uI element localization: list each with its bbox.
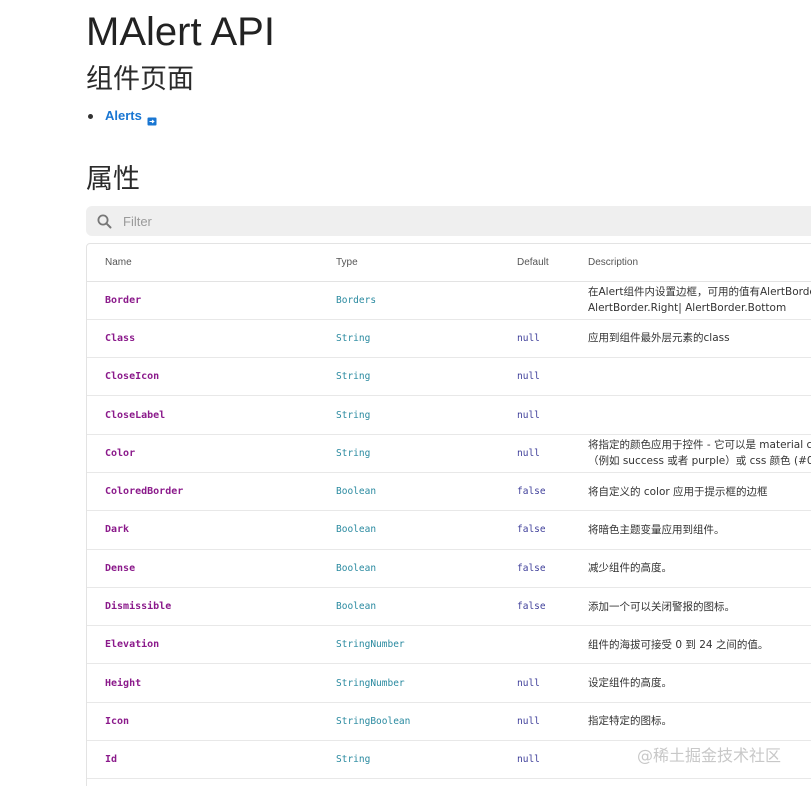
property-default: false: [517, 601, 546, 613]
table-row: Elevation StringNumber 组件的海拔可接受 0 到 24 之间的…: [87, 626, 811, 664]
property-description: [574, 396, 811, 434]
property-type: String: [336, 754, 371, 766]
property-name: Id: [105, 754, 118, 766]
properties-table-container: Name Type Default Description Border Bord…: [86, 243, 811, 786]
property-type: StringBoolean: [336, 715, 411, 727]
property-description: 在Alert组件内设置边框，可用的值有AlertBorder.Top| Aler…: [574, 281, 811, 319]
property-type: String: [336, 409, 371, 421]
description-text: 在Alert组件内设置边框，可用的值有AlertBorder.Top| Aler…: [588, 286, 811, 315]
property-description: 添加一个可以关闭警报的图标。: [574, 587, 811, 625]
property-default: [500, 626, 574, 664]
property-type: Boolean: [336, 524, 377, 536]
description-text: 将自定义的 color 应用于提示框的边框: [588, 485, 768, 498]
table-row: ColoredBorder Boolean false 将自定义的 color 应用于…: [87, 472, 811, 511]
table-row: Color String null 将指定的颜色应用于控件 - 它可以是 materi…: [87, 434, 811, 473]
component-links-list: Alerts: [88, 106, 157, 126]
filter-input[interactable]: [123, 213, 723, 229]
table-body: Border Borders 在Alert组件内设置边框，可用的值有AlertBor…: [87, 281, 811, 779]
description-text: 指定特定的图标。: [588, 715, 672, 728]
property-default: null: [517, 332, 540, 344]
table-row: Class String null 应用到组件最外层元素的class: [87, 319, 811, 358]
table-row: CloseIcon String null: [87, 358, 811, 396]
property-name: Color: [105, 447, 136, 459]
table-row: Dismissible Boolean false 添加一个可以关闭警报的图标。: [87, 587, 811, 626]
api-page: MAlert API 组件页面 Alerts 属性 Filter Name Ty…: [0, 0, 811, 786]
list-item: Alerts: [88, 106, 157, 126]
page-title: MAlert API: [86, 10, 275, 54]
component-pages-heading: 组件页面: [86, 64, 194, 95]
external-link-icon[interactable]: [147, 112, 157, 126]
property-name: CloseIcon: [105, 371, 160, 383]
property-name: Border: [105, 294, 142, 306]
column-header-description[interactable]: Description: [574, 244, 811, 281]
description-text: 添加一个可以关闭警报的图标。: [588, 600, 735, 613]
column-header-default[interactable]: Default: [500, 244, 574, 281]
column-header-name[interactable]: Name: [87, 244, 318, 281]
table-header-row: Name Type Default Description: [87, 244, 811, 281]
property-default: false: [517, 486, 546, 498]
property-description: 减少组件的高度。: [574, 549, 811, 587]
property-default: [500, 281, 574, 319]
table-row: Dense Boolean false 减少组件的高度。: [87, 549, 811, 588]
bullet-icon: [88, 113, 93, 119]
property-type: String: [336, 371, 371, 383]
property-default: null: [517, 447, 540, 459]
property-description: 将自定义的 color 应用于提示框的边框: [574, 472, 811, 510]
property-name: Height: [105, 677, 142, 689]
property-description: 将暗色主题变量应用到组件。: [574, 511, 811, 549]
property-type: Boolean: [336, 486, 377, 498]
property-default: null: [517, 715, 540, 727]
property-default: null: [517, 371, 540, 383]
property-description: [574, 741, 811, 779]
property-name: Class: [105, 332, 136, 344]
property-default: null: [517, 754, 540, 766]
property-type: Boolean: [336, 562, 377, 574]
property-description: 应用到组件最外层元素的class: [574, 319, 811, 357]
description-text: 减少组件的高度。: [588, 562, 672, 575]
property-default: false: [517, 562, 546, 574]
table-row: CloseLabel String null: [87, 396, 811, 435]
property-default: false: [517, 524, 546, 536]
table-row: Border Borders 在Alert组件内设置边框，可用的值有AlertBor…: [87, 281, 811, 320]
description-text: 设定组件的高度。: [588, 677, 672, 690]
property-name: Dismissible: [105, 601, 172, 613]
property-name: Icon: [105, 715, 130, 727]
properties-table: Name Type Default Description Border Bord…: [87, 244, 811, 779]
property-default: null: [517, 677, 540, 689]
property-default: null: [517, 409, 540, 421]
property-description: [574, 358, 811, 396]
property-type: StringNumber: [336, 677, 405, 689]
property-description: 设定组件的高度。: [574, 664, 811, 702]
property-type: StringNumber: [336, 639, 405, 651]
column-header-type[interactable]: Type: [318, 244, 500, 281]
property-type: Boolean: [336, 601, 377, 613]
property-type: String: [336, 332, 371, 344]
property-name: Dark: [105, 524, 130, 536]
description-text: 组件的海拔可接受 0 到 24 之间的值。: [588, 638, 769, 651]
description-text: 将指定的颜色应用于控件 - 它可以是 material color 的名称（例如…: [588, 439, 811, 468]
property-description: 指定特定的图标。: [574, 702, 811, 740]
search-icon: [96, 213, 113, 230]
property-name: CloseLabel: [105, 409, 166, 421]
property-description: 将指定的颜色应用于控件 - 它可以是 material color 的名称（例如…: [574, 434, 811, 472]
property-name: ColoredBorder: [105, 486, 184, 498]
table-row: Id String null: [87, 741, 811, 779]
alerts-link[interactable]: Alerts: [105, 106, 142, 126]
table-row: Dark Boolean false 将暗色主题变量应用到组件。: [87, 511, 811, 550]
table-row: Height StringNumber null 设定组件的高度。: [87, 664, 811, 703]
property-name: Dense: [105, 562, 136, 574]
table-row: Icon StringBoolean null 指定特定的图标。: [87, 702, 811, 741]
filter-bar[interactable]: [86, 206, 811, 236]
properties-heading: 属性: [86, 164, 140, 195]
property-type: Borders: [336, 294, 377, 306]
property-type: String: [336, 447, 371, 459]
property-name: Elevation: [105, 639, 160, 651]
description-text: 应用到组件最外层元素的class: [588, 332, 730, 345]
property-description: 组件的海拔可接受 0 到 24 之间的值。: [574, 626, 811, 664]
description-text: 将暗色主题变量应用到组件。: [588, 523, 725, 536]
